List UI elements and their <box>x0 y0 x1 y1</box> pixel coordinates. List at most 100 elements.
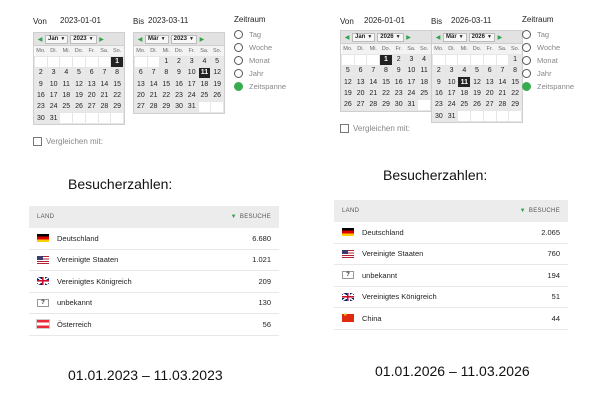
col-besuche[interactable]: ▼ BESUCHE <box>520 208 560 214</box>
calendar-day[interactable]: 15 <box>110 78 124 91</box>
compare-checkbox[interactable]: Vergleichen mit: <box>33 137 103 146</box>
table-row[interactable]: China 44 <box>334 308 568 330</box>
radio-monat[interactable]: Monat <box>234 54 286 67</box>
calendar-day[interactable]: 20 <box>84 89 99 102</box>
col-land[interactable]: LAND <box>342 208 359 214</box>
calendar-day[interactable]: 27 <box>84 100 99 113</box>
calendar-day[interactable]: 24 <box>444 98 459 111</box>
calendar-day[interactable]: 3 <box>404 53 419 66</box>
calendar-day[interactable]: 2 <box>432 64 446 78</box>
to-date-field[interactable]: 2026-03-11 <box>451 15 513 27</box>
calendar-day[interactable]: 19 <box>470 87 484 100</box>
calendar-day[interactable]: 9 <box>34 78 48 91</box>
radio-icon[interactable] <box>234 69 243 78</box>
calendar-day[interactable]: 27 <box>482 98 497 111</box>
calendar-day[interactable]: 13 <box>134 78 148 91</box>
calendar-day[interactable]: 3 <box>46 66 61 80</box>
calendar-day[interactable]: 24 <box>404 87 419 100</box>
calendar-day[interactable]: 19 <box>72 89 86 102</box>
calendar-day[interactable]: 1 <box>379 53 393 66</box>
calendar-day[interactable]: 17 <box>404 76 419 89</box>
calendar-day[interactable]: 27 <box>353 98 368 111</box>
next-month-icon[interactable]: ▶ <box>198 36 206 43</box>
radio-woche[interactable]: Woche <box>234 41 286 54</box>
calendar-day[interactable]: 4 <box>59 66 74 80</box>
calendar-day[interactable]: 25 <box>457 98 472 111</box>
calendar-day[interactable]: 31 <box>404 98 419 111</box>
calendar-day[interactable]: 27 <box>134 100 148 113</box>
calendar-day[interactable]: 6 <box>84 66 99 80</box>
radio-zeitspanne[interactable]: Zeitspanne <box>234 80 286 93</box>
radio-icon[interactable] <box>234 43 243 52</box>
calendar-day[interactable]: 4 <box>417 53 431 66</box>
calendar-day[interactable]: 4 <box>197 55 212 68</box>
radio-zeitspanne[interactable]: Zeitspanne <box>522 80 574 93</box>
calendar-day[interactable]: 15 <box>159 78 174 91</box>
calendar-day[interactable]: 1 <box>110 55 124 68</box>
calendar-day[interactable]: 29 <box>379 98 393 111</box>
calendar-day[interactable]: 16 <box>432 87 446 100</box>
radio-icon[interactable] <box>522 69 531 78</box>
prev-month-icon[interactable]: ◀ <box>36 36 44 43</box>
calendar-day[interactable]: 9 <box>432 76 446 89</box>
calendar-day[interactable]: 7 <box>495 64 510 78</box>
calendar-day[interactable]: 26 <box>210 89 224 102</box>
table-row[interactable]: Vereinigtes Königreich 209 <box>29 271 279 293</box>
calendar-day[interactable]: 7 <box>146 66 161 80</box>
calendar-day[interactable]: 7 <box>366 64 381 78</box>
calendar-day[interactable]: 28 <box>97 100 112 113</box>
calendar-day[interactable]: 20 <box>482 87 497 100</box>
year-select[interactable]: 2026 ▼ <box>377 32 404 42</box>
radio-icon[interactable] <box>522 56 531 65</box>
calendar-day[interactable]: 29 <box>110 100 124 113</box>
calendar-day[interactable]: 29 <box>159 100 174 113</box>
calendar-day[interactable]: 12 <box>341 76 355 89</box>
to-date-field[interactable]: 2023-03-11 <box>148 15 210 27</box>
calendar-day[interactable]: 26 <box>72 100 86 113</box>
col-besuche[interactable]: ▼ BESUCHE <box>231 214 271 220</box>
calendar-day[interactable]: 30 <box>172 100 186 113</box>
from-date-field[interactable]: 2026-01-01 <box>364 15 426 27</box>
calendar-day[interactable]: 12 <box>210 66 224 80</box>
table-row[interactable]: Deutschland 6.680 <box>29 228 279 250</box>
calendar-day[interactable]: 21 <box>495 87 510 100</box>
calendar-day[interactable]: 10 <box>46 78 61 91</box>
calendar-day[interactable]: 3 <box>184 55 199 68</box>
next-month-icon[interactable]: ▶ <box>405 34 413 41</box>
calendar-day[interactable]: 5 <box>72 66 86 80</box>
calendar-day[interactable]: 18 <box>197 78 212 91</box>
calendar-day[interactable]: 26 <box>470 98 484 111</box>
calendar-day[interactable]: 25 <box>417 87 431 100</box>
calendar-day[interactable]: 28 <box>366 98 381 111</box>
calendar-day[interactable]: 5 <box>210 55 224 68</box>
table-row[interactable]: Vereinigte Staaten 760 <box>334 244 568 265</box>
calendar-day[interactable]: 13 <box>353 76 368 89</box>
calendar-day[interactable]: 25 <box>197 89 212 102</box>
table-row[interactable]: Deutschland 2.065 <box>334 222 568 244</box>
calendar-day[interactable]: 22 <box>508 87 522 100</box>
calendar-day[interactable]: 8 <box>159 66 174 80</box>
calendar-day[interactable]: 11 <box>59 78 74 91</box>
calendar-day[interactable]: 5 <box>341 64 355 78</box>
month-select[interactable]: Jan ▼ <box>352 32 376 42</box>
calendar-day[interactable]: 15 <box>379 76 393 89</box>
year-select[interactable]: 2026 ▼ <box>468 32 495 42</box>
prev-month-icon[interactable]: ◀ <box>343 34 351 41</box>
calendar-day[interactable]: 7 <box>97 66 112 80</box>
calendar-day[interactable]: 9 <box>172 66 186 80</box>
calendar-day[interactable]: 30 <box>432 109 446 123</box>
calendar-day[interactable]: 9 <box>391 64 406 78</box>
calendar-day[interactable]: 8 <box>379 64 393 78</box>
calendar-day[interactable]: 20 <box>353 87 368 100</box>
month-select[interactable]: Jan ▼ <box>45 34 69 44</box>
checkbox-icon[interactable] <box>340 124 349 133</box>
calendar-day[interactable]: 14 <box>146 78 161 91</box>
radio-icon[interactable] <box>234 56 243 65</box>
calendar-day[interactable]: 13 <box>84 78 99 91</box>
radio-icon[interactable] <box>234 82 243 91</box>
calendar-day[interactable]: 16 <box>34 89 48 102</box>
calendar-day[interactable]: 31 <box>184 100 199 113</box>
calendar-day[interactable]: 23 <box>432 98 446 111</box>
month-select[interactable]: Mär ▼ <box>145 34 169 44</box>
calendar-day[interactable]: 19 <box>210 78 224 91</box>
